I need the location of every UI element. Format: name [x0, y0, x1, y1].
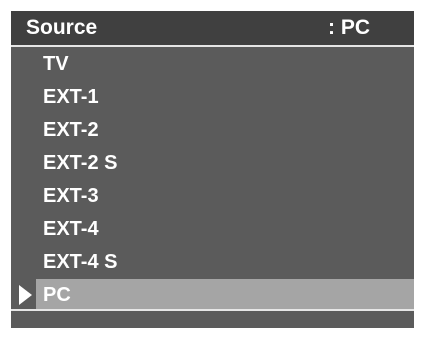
menu-footer — [11, 311, 414, 328]
menu-item-ext-4-s[interactable]: EXT-4 S — [11, 246, 414, 278]
menu-item-label: EXT-2 S — [43, 152, 118, 174]
current-source-value: : PC — [328, 16, 370, 39]
menu-item-ext-2[interactable]: EXT-2 — [11, 114, 414, 146]
selection-highlight — [36, 279, 414, 311]
source-menu-panel: Source : PC TV EXT-1 EXT-2 EXT-2 S EXT-3… — [11, 11, 414, 328]
menu-item-label: EXT-4 — [43, 218, 99, 240]
menu-item-label: EXT-3 — [43, 185, 99, 207]
menu-title: Source — [26, 16, 98, 39]
menu-item-label: PC — [43, 284, 71, 306]
menu-item-tv[interactable]: TV — [11, 48, 414, 80]
menu-item-pc[interactable]: PC — [11, 279, 414, 311]
menu-item-ext-1[interactable]: EXT-1 — [11, 81, 414, 113]
menu-item-label: TV — [43, 53, 69, 75]
menu-item-label: EXT-2 — [43, 119, 99, 141]
menu-header: Source : PC — [11, 11, 414, 45]
menu-item-ext-3[interactable]: EXT-3 — [11, 180, 414, 212]
menu-item-label: EXT-4 S — [43, 251, 118, 273]
menu-item-ext-2-s[interactable]: EXT-2 S — [11, 147, 414, 179]
header-divider — [11, 45, 414, 47]
menu-item-ext-4[interactable]: EXT-4 — [11, 213, 414, 245]
menu-item-label: EXT-1 — [43, 86, 99, 108]
selection-arrow-icon — [19, 285, 32, 305]
